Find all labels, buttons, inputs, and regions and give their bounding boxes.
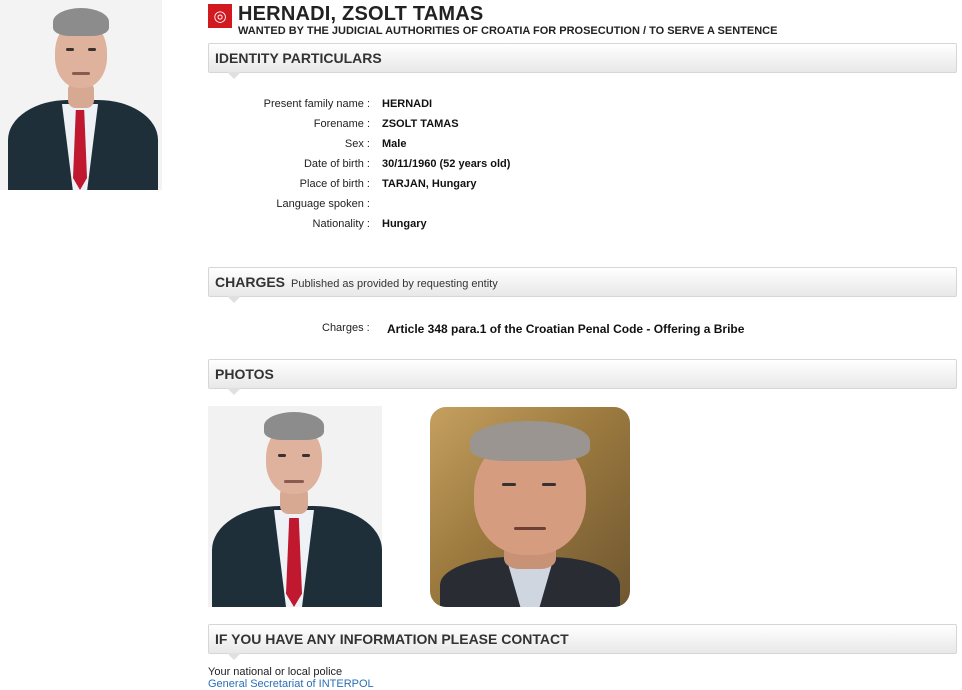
- field-value: TARJAN, Hungary: [382, 178, 477, 190]
- charges-subheading: Published as provided by requesting enti…: [291, 278, 498, 290]
- bar-notch-icon: [227, 72, 241, 79]
- field-label: Present family name :: [263, 98, 370, 110]
- field-label: Place of birth :: [299, 178, 370, 190]
- bar-notch-icon: [227, 653, 241, 660]
- page-title: HERNADI, ZSOLT TAMAS: [238, 3, 484, 25]
- charges-value: Article 348 para.1 of the Croatian Penal…: [387, 322, 745, 336]
- main-portrait-photo: [0, 0, 162, 190]
- field-label: Nationality :: [312, 218, 370, 230]
- photo-thumbnail-2[interactable]: [430, 407, 630, 607]
- field-label: Date of birth :: [303, 158, 370, 170]
- photos-heading: PHOTOS: [215, 366, 274, 382]
- charges-label: Charges :: [322, 322, 370, 334]
- bar-notch-icon: [227, 388, 241, 395]
- field-value: Hungary: [382, 218, 427, 230]
- field-label: Sex :: [344, 138, 370, 150]
- field-label: Language spoken :: [276, 198, 370, 210]
- photos-section-header: PHOTOS: [208, 359, 957, 395]
- identity-heading: IDENTITY PARTICULARS: [215, 50, 382, 66]
- field-label: Forename :: [313, 118, 370, 130]
- interpol-logo-icon: ◎: [208, 4, 232, 28]
- interpol-contact-link[interactable]: General Secretariat of INTERPOL: [208, 678, 374, 690]
- field-value: ZSOLT TAMAS: [382, 118, 459, 130]
- field-value: Male: [382, 138, 407, 150]
- wanted-subtitle: WANTED BY THE JUDICIAL AUTHORITIES OF CR…: [238, 25, 778, 37]
- field-value: 30/11/1960 (52 years old): [382, 158, 511, 170]
- identity-section-header: IDENTITY PARTICULARS: [208, 43, 957, 79]
- contact-heading: IF YOU HAVE ANY INFORMATION PLEASE CONTA…: [215, 631, 569, 647]
- field-value: HERNADI: [382, 98, 433, 110]
- charges-heading: CHARGES: [215, 274, 286, 290]
- contact-section-header: IF YOU HAVE ANY INFORMATION PLEASE CONTA…: [208, 624, 957, 660]
- photo-thumbnail-1[interactable]: [208, 406, 382, 607]
- contact-police-text: Your national or local police: [208, 666, 343, 678]
- bar-notch-icon: [227, 296, 241, 303]
- charges-section-header: CHARGES Published as provided by requesti…: [208, 267, 957, 303]
